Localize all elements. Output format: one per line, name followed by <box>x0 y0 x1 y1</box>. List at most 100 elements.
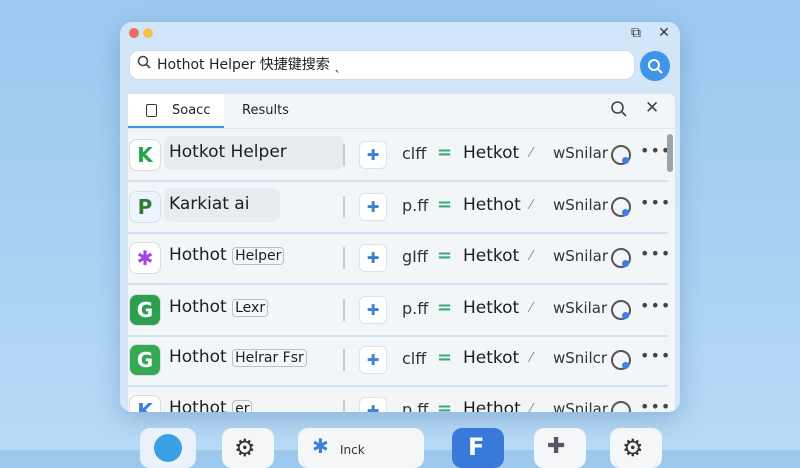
result-name-text: Hothot <box>169 398 227 412</box>
dock-item-telegram[interactable] <box>140 428 196 468</box>
divider <box>343 144 345 166</box>
search-icon <box>137 50 151 80</box>
result-row[interactable]: P Karkiat ai ✚ p.ff = Hethot ⁄ wSnilar ••• <box>128 184 670 234</box>
divider <box>343 196 345 218</box>
gear-icon: ⚙ <box>622 434 644 462</box>
plugin-icon: ✚ <box>360 347 386 373</box>
panel-close-icon[interactable]: ✕ <box>645 98 659 118</box>
equals-icon: = <box>437 245 453 266</box>
equals-icon: = <box>437 347 453 368</box>
files-icon: F <box>468 433 485 461</box>
app-icon: K <box>130 140 160 170</box>
tab-label: Results <box>242 103 289 118</box>
app-icon: ✱ <box>312 434 329 458</box>
result-row[interactable]: ✱ Hothot Helper ✚ gIff = Hetkot ⁄ wSnilar ••• <box>128 235 670 285</box>
document-icon <box>146 104 157 117</box>
status-dot <box>622 260 629 267</box>
search-submit-button[interactable] <box>640 51 670 81</box>
similar-label: wSnilar <box>553 196 608 214</box>
status-dot <box>622 157 629 164</box>
dock-item-app[interactable]: ✱ Inck <box>298 428 424 468</box>
similar-label: wSnilcr <box>553 349 608 367</box>
dock-item-label: Inck <box>340 443 365 457</box>
edit-icon[interactable]: ⁄ <box>530 198 532 213</box>
close-dot[interactable] <box>129 28 139 38</box>
scrollbar-thumb[interactable] <box>667 134 673 172</box>
similar-label: wSnilar <box>553 247 608 265</box>
hotkey-label: Hethot <box>463 399 521 412</box>
extension-label: p.ff <box>402 196 429 215</box>
result-name: Hotkot Helper <box>169 142 287 162</box>
equals-icon: = <box>437 142 453 163</box>
extension-label: p.ff <box>402 299 429 318</box>
result-name: Hothot er <box>169 398 253 412</box>
search-similar-icon[interactable] <box>611 401 631 412</box>
divider <box>343 247 345 269</box>
plugin-icon: ✚ <box>360 245 386 271</box>
result-row[interactable]: G Hothot Lexr ✚ p.ff = Hetkot ⁄ wSkilar ••• <box>128 287 670 337</box>
result-row[interactable]: G Hothot Helrar Fsr ✚ clff = Hetkot ⁄ wSnilcr ••… <box>128 337 670 387</box>
scrollbar[interactable] <box>667 132 673 410</box>
tab-results[interactable]: Results <box>242 94 289 128</box>
plugin-icon: ✚ <box>360 398 386 412</box>
hotkey-label: Hetkot <box>463 246 520 266</box>
tab-label: Soacc <box>172 103 211 118</box>
minimize-dot[interactable] <box>143 28 153 38</box>
panel-search-icon[interactable] <box>610 100 628 123</box>
similar-label: wSkilar <box>553 299 608 317</box>
results-panel: Soacc Results ✕ K Hotkot Helper ✚ clff = Hetk… <box>128 94 675 412</box>
result-row[interactable]: K Hothot er ✚ p.ff = Hethot ⁄ wSnilar ••• <box>128 388 670 412</box>
equals-icon: = <box>437 194 453 215</box>
dock-item-files[interactable]: F <box>452 428 504 468</box>
app-icon: P <box>130 192 160 222</box>
edit-icon[interactable]: ⁄ <box>530 249 532 264</box>
equals-icon: = <box>437 398 453 412</box>
status-dot <box>622 209 629 216</box>
tab-search[interactable]: Soacc <box>128 94 224 128</box>
hotkey-label: Hetkot <box>463 298 520 318</box>
equals-icon: = <box>437 297 453 318</box>
hotkey-label: Hetkot <box>463 348 520 368</box>
search-icon <box>648 59 663 74</box>
puzzle-icon: ✚ <box>547 434 566 459</box>
divider <box>343 400 345 412</box>
plugin-icon: ✚ <box>360 194 386 220</box>
dock-item-settings[interactable]: ⚙ <box>222 428 274 468</box>
search-input[interactable]: Hothot Helper 快捷键搜索 ˎ <box>129 50 635 80</box>
search-query: Hothot Helper 快捷键搜索 ˎ <box>157 57 342 73</box>
dock-item-extensions[interactable]: ✚ <box>534 428 586 468</box>
edit-icon[interactable]: ⁄ <box>530 146 532 161</box>
hotkey-label: Hetkot <box>463 143 520 163</box>
app-icon: K <box>130 396 160 412</box>
result-name-text: Hothot <box>169 245 227 265</box>
result-name-text: Hothot <box>169 297 227 317</box>
edit-icon[interactable]: ⁄ <box>530 402 532 412</box>
plugin-icon: ✚ <box>360 142 386 168</box>
result-name-text: Hothot <box>169 347 227 367</box>
result-name-text: Hotkot Helper <box>169 142 287 162</box>
edit-icon[interactable]: ⁄ <box>530 351 532 366</box>
result-row[interactable]: K Hotkot Helper ✚ clff = Hetkot ⁄ wSnilar ••• <box>128 132 670 182</box>
result-name: Hothot Helper <box>169 245 285 265</box>
result-name: Karkiat ai <box>169 194 249 214</box>
divider <box>343 299 345 321</box>
restore-button[interactable]: ⧉ <box>626 25 646 41</box>
edit-icon[interactable]: ⁄ <box>530 301 532 316</box>
extension-label: gIff <box>402 247 428 266</box>
app-icon: G <box>130 345 160 375</box>
hotkey-helper-window: ⧉ ✕ Hothot Helper 快捷键搜索 ˎ Soacc Results … <box>120 22 680 412</box>
dock-item-settings-2[interactable]: ⚙ <box>610 428 662 468</box>
status-dot <box>622 362 629 369</box>
app-icon: ✱ <box>130 243 160 273</box>
gear-icon: ⚙ <box>234 434 256 462</box>
similar-label: wSnilar <box>553 400 608 412</box>
telegram-icon <box>154 434 182 462</box>
extension-label: clff <box>402 144 427 163</box>
titlebar: ⧉ ✕ <box>120 22 680 48</box>
result-name-tag: Helper <box>232 247 285 265</box>
plugin-icon: ✚ <box>360 297 386 323</box>
status-dot <box>622 312 629 319</box>
result-name-tag: Helrar Fsr <box>232 349 307 367</box>
close-button[interactable]: ✕ <box>654 25 674 41</box>
extension-label: p.ff <box>402 400 429 412</box>
